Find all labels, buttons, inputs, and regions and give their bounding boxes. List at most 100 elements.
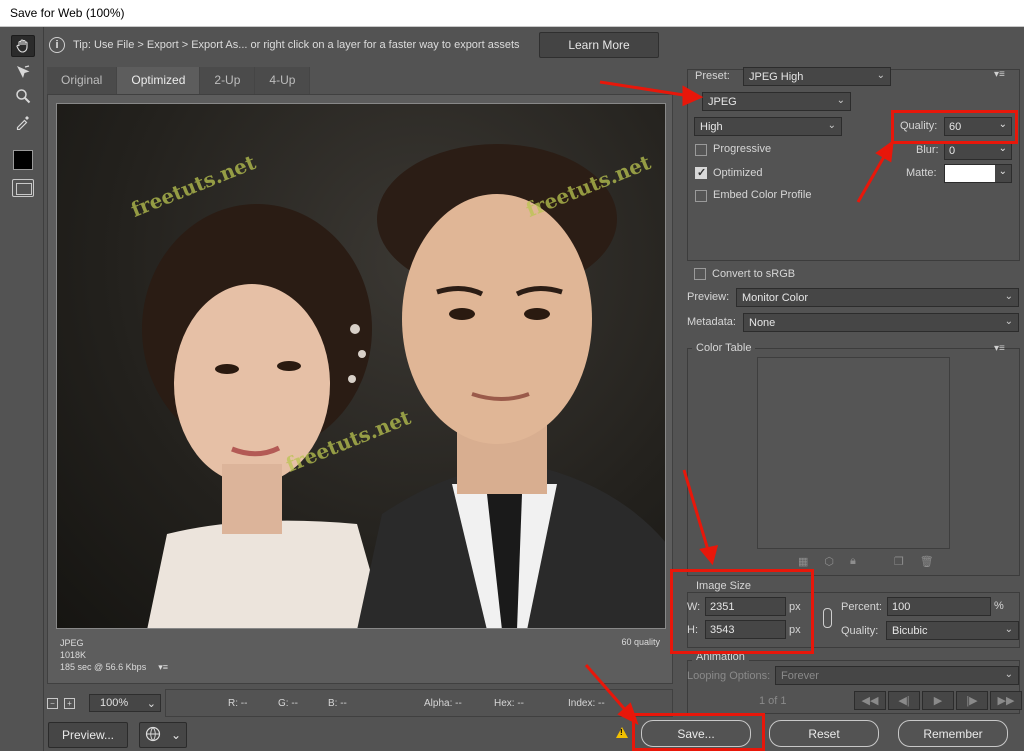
resample-quality-label: Quality: [841,625,879,637]
last-frame-icon[interactable]: ▶▶ [990,691,1022,710]
chevron-down-icon: ⌄ [1004,291,1013,302]
zoom-controls: − + 100% ⌄ [47,692,161,714]
matte-select[interactable]: ⌄ [944,164,1012,183]
tip-bar: i Tip: Use File > Export > Export As... … [45,31,669,59]
chevron-down-icon: ⌄ [998,143,1007,154]
metadata-label: Metadata: [687,316,736,328]
quality-highlight-box [891,110,1018,144]
preview-color-select[interactable]: Monitor Color ⌄ [736,288,1019,307]
zoom-tool-icon[interactable] [11,85,35,107]
matte-color-swatch [945,165,995,182]
tab-optimized[interactable]: Optimized [117,67,201,94]
convert-srgb-checkbox[interactable] [694,268,706,280]
looping-options-value: Forever [781,669,819,682]
red-readout: R: -- [228,697,248,709]
metadata-value: None [749,316,776,329]
preset-value: JPEG High [749,70,804,83]
chevron-down-icon: ⌄ [827,120,836,131]
chevron-down-icon: ⌄ [1004,669,1013,680]
preview-label: Preview: [687,291,730,303]
tab-4-up[interactable]: 4-Up [255,67,311,94]
download-speed-menu-icon[interactable]: ▾≡ [158,661,168,673]
tab-2-up[interactable]: 2-Up [200,67,256,94]
eyedropper-color-swatch[interactable] [13,150,33,170]
web-shift-icon[interactable]: ⬡ [824,555,834,568]
green-readout: G: -- [278,697,298,709]
info-icon: i [49,37,65,53]
chevron-down-icon: ⌄ [836,95,845,106]
percent-field[interactable]: 100 [887,597,991,616]
preview-in-browser-button[interactable]: Preview... [48,722,128,748]
tool-column [0,27,44,751]
tab-original[interactable]: Original [47,67,118,94]
convert-srgb-label: Convert to sRGB [712,268,796,280]
new-color-icon[interactable]: ❐ [894,555,904,568]
reset-button[interactable]: Reset [769,720,879,747]
embed-color-profile-label: Embed Color Profile [713,189,812,201]
toggle-slices-visibility-icon[interactable] [12,179,34,197]
resample-quality-value: Bicubic [892,624,928,637]
file-format-value: JPEG [708,95,737,108]
constrain-proportions-link-icon[interactable] [823,608,832,628]
compression-quality-value: High [700,120,723,133]
globe-question-icon [145,726,161,745]
zoom-in-button[interactable]: + [64,697,75,709]
compression-quality-select[interactable]: High ⌄ [694,117,842,136]
percent-unit: % [994,600,1004,612]
remember-button[interactable]: Remember [898,720,1008,747]
chevron-down-icon: ⌄ [998,166,1007,177]
browser-select[interactable]: ⌄ [139,722,187,748]
chevron-down-icon: ⌄ [146,697,156,710]
tip-text: Tip: Use File > Export > Export As... or… [73,39,520,51]
progressive-checkbox[interactable] [695,144,707,156]
zoom-out-button[interactable]: − [47,697,58,709]
chevron-down-icon: ⌄ [170,728,182,742]
preset-label: Preset: [695,70,730,82]
view-tabs: Original Optimized 2-Up 4-Up [47,67,311,94]
preset-select[interactable]: JPEG High ⌄ [743,67,891,86]
embed-color-profile-checkbox[interactable] [695,190,707,202]
matte-label: Matte: [906,167,937,179]
progressive-label: Progressive [713,143,772,155]
index-readout: Index: -- [568,697,605,709]
optimized-label: Optimized [713,167,763,179]
metadata-select[interactable]: None ⌄ [743,313,1019,332]
filesize-readout: 1018K [60,650,87,660]
optimized-checkbox[interactable] [695,166,707,179]
play-icon[interactable]: ▶ [922,691,954,710]
preview-image[interactable]: freetuts.net freetuts.net freetuts.net [56,103,666,629]
zoom-level-select[interactable]: 100% ⌄ [89,694,161,712]
percent-label: Percent: [841,601,882,613]
chevron-down-icon: ⌄ [1004,316,1013,327]
hex-readout: Hex: -- [494,697,524,709]
eyedropper-tool-icon[interactable] [11,111,35,133]
next-frame-icon[interactable]: |▶ [956,691,988,710]
previous-frame-icon[interactable]: ◀| [888,691,920,710]
window-title: Save for Web (100%) [0,0,1024,27]
hand-tool-icon[interactable] [11,35,35,57]
color-table-swatches[interactable] [757,357,950,549]
map-to-transparent-icon[interactable]: ▦ [798,555,808,568]
color-readouts: R: -- G: -- B: -- Alpha: -- Hex: -- Inde… [165,689,673,717]
looping-options-label: Looping Options: [687,670,771,682]
color-table-menu-icon[interactable]: ▾≡ [994,343,1005,354]
percent-value: 100 [892,600,911,613]
looping-options-select[interactable]: Forever ⌄ [775,666,1019,685]
chevron-down-icon: ⌄ [876,70,885,81]
optimization-info: JPEG 1018K 185 sec @ 56.6 Kbps ▾≡ [60,637,168,673]
slice-select-tool-icon[interactable] [11,61,35,83]
color-table-actions: ▦ ⬡ 🔒︎ ❐ 🗑︎ [798,555,934,568]
optimize-menu-icon[interactable]: ▾≡ [994,69,1005,80]
chevron-down-icon: ⌄ [1004,624,1013,635]
download-time-readout: 185 sec @ 56.6 Kbps [60,662,147,672]
preview-color-value: Monitor Color [742,291,809,304]
file-format-select[interactable]: JPEG ⌄ [702,92,851,111]
resample-quality-select[interactable]: Bicubic ⌄ [886,621,1019,640]
learn-more-button[interactable]: Learn More [539,32,659,58]
lock-color-icon[interactable]: 🔒︎ [850,555,856,568]
save-highlight-box [632,713,765,751]
animation-controls: ◀◀ ◀| ▶ |▶ ▶▶ [854,691,1022,710]
first-frame-icon[interactable]: ◀◀ [854,691,886,710]
trash-icon[interactable]: 🗑︎ [920,555,934,568]
zoom-level-value: 100% [100,697,129,709]
